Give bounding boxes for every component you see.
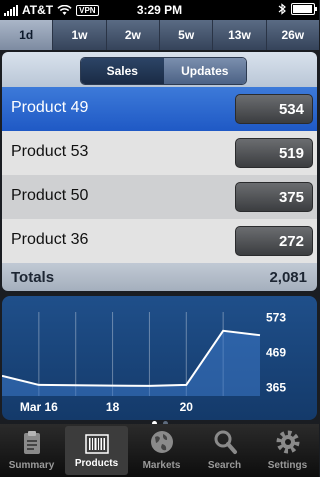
y-tick-label: 469	[266, 346, 286, 360]
status-right	[278, 3, 317, 15]
barcode-icon	[84, 434, 109, 454]
totals-row: Totals 2,081	[2, 263, 317, 291]
gear-icon	[276, 430, 299, 454]
tab-bar: Summary Products Markets Search Settings	[0, 424, 319, 477]
tab-settings[interactable]: Settings	[256, 424, 319, 477]
list-header: Sales Updates	[2, 52, 317, 87]
product-row[interactable]: Product 36 272	[2, 219, 317, 263]
tab-label: Summary	[8, 460, 55, 471]
product-name: Product 36	[11, 231, 89, 248]
sales-chart[interactable]: 573 469 365 Mar 16 18 20	[2, 296, 317, 420]
totals-value: 2,081	[269, 269, 307, 286]
tab-label: Settings	[267, 460, 308, 471]
product-row[interactable]: Product 49 534	[2, 87, 317, 131]
y-tick-label: 573	[266, 311, 286, 325]
tab-label: Products	[74, 458, 119, 469]
x-tick-label: 18	[106, 400, 120, 414]
product-list: Product 49 534 Product 53 519 Product 50…	[2, 87, 317, 263]
globe-icon	[150, 431, 173, 453]
range-13w[interactable]: 13w	[213, 20, 267, 50]
clipboard-icon	[23, 431, 40, 454]
bluetooth-icon	[278, 3, 286, 15]
status-bar: AT&T VPN 3:29 PM	[0, 0, 319, 20]
range-1w[interactable]: 1w	[53, 20, 107, 50]
tab-search[interactable]: Search	[193, 424, 256, 477]
tab-markets[interactable]: Markets	[130, 424, 193, 477]
tab-label: Markets	[142, 460, 181, 471]
range-26w[interactable]: 26w	[267, 20, 319, 50]
range-5w[interactable]: 5w	[160, 20, 214, 50]
range-1d[interactable]: 1d	[0, 20, 54, 50]
product-row[interactable]: Product 53 519	[2, 131, 317, 175]
product-name: Product 49	[11, 99, 89, 116]
product-value: 519	[235, 138, 313, 168]
tab-label: Search	[207, 460, 242, 471]
time-range-bar: 1d 1w 2w 5w 13w 26w	[0, 20, 319, 50]
totals-label: Totals	[11, 269, 55, 286]
tab-products[interactable]: Products	[65, 426, 128, 475]
product-row[interactable]: Product 50 375	[2, 175, 317, 219]
product-value: 272	[235, 226, 313, 256]
y-tick-label: 365	[266, 381, 286, 395]
x-tick-label: 20	[180, 400, 194, 414]
product-value: 534	[235, 94, 313, 124]
sales-updates-toggle: Sales Updates	[80, 57, 247, 85]
tab-summary[interactable]: Summary	[0, 424, 63, 477]
updates-segment[interactable]: Updates	[163, 58, 246, 84]
battery-icon	[291, 3, 317, 15]
chart-svg: 573 469 365 Mar 16 18 20	[2, 311, 286, 414]
product-value: 375	[235, 182, 313, 212]
range-2w[interactable]: 2w	[107, 20, 160, 50]
product-name: Product 53	[11, 143, 89, 160]
status-time: 3:29 PM	[136, 3, 183, 17]
product-name: Product 50	[11, 187, 89, 204]
sales-segment[interactable]: Sales	[81, 58, 164, 84]
magnifier-icon	[214, 430, 237, 454]
x-tick-label: Mar 16	[20, 400, 58, 414]
